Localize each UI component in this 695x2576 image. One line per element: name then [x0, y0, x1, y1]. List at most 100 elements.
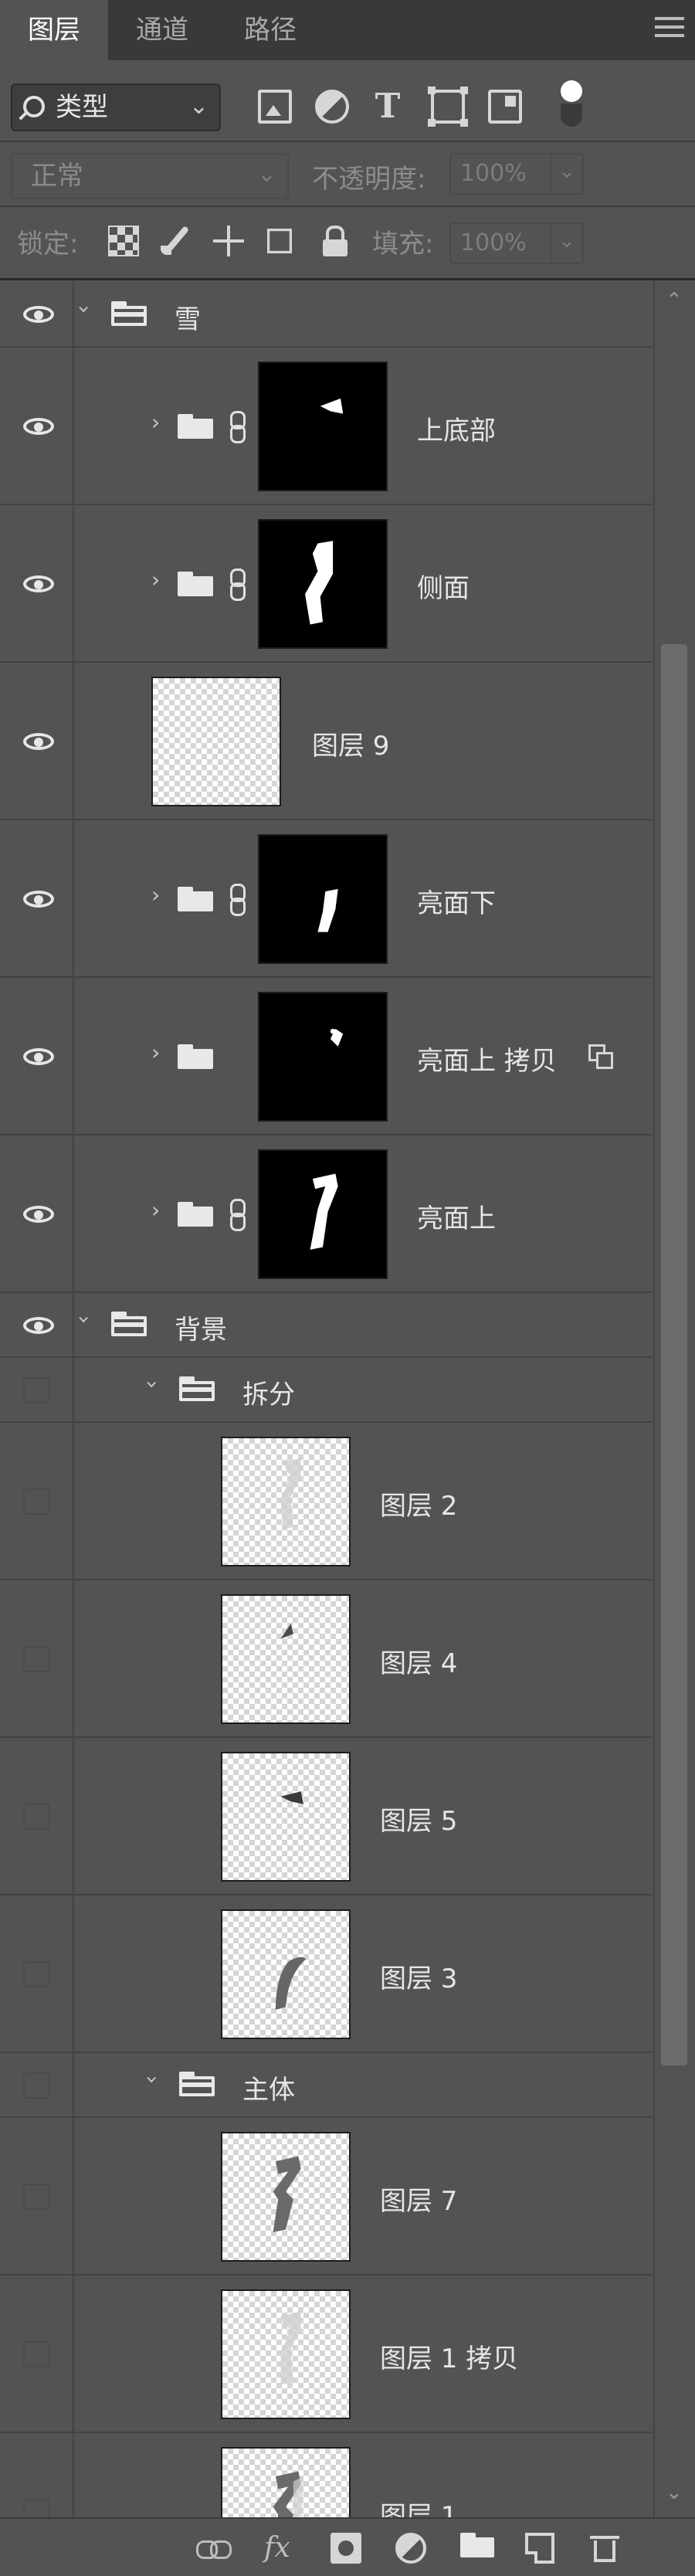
visibility-toggle[interactable]	[0, 1738, 74, 1894]
image-filter-icon[interactable]	[258, 90, 292, 124]
visibility-off-box[interactable]	[23, 2499, 49, 2517]
layer-row-group[interactable]: › 拆分	[0, 1358, 652, 1423]
visibility-toggle[interactable]	[0, 348, 74, 504]
layer-row-group[interactable]: › 亮面下	[0, 820, 652, 978]
visibility-toggle[interactable]	[0, 2053, 74, 2116]
visibility-off-box[interactable]	[23, 1488, 49, 1515]
lock-image-pixels-icon[interactable]	[161, 226, 192, 256]
visibility-off-box[interactable]	[23, 1804, 49, 1830]
lock-position-icon[interactable]	[213, 226, 244, 256]
layer-name[interactable]: 图层 4	[380, 1642, 457, 1680]
eye-icon[interactable]	[23, 1206, 54, 1223]
visibility-toggle[interactable]	[0, 281, 74, 346]
opacity-field[interactable]: 100% ⌄	[449, 153, 584, 195]
visibility-off-box[interactable]	[23, 2184, 49, 2210]
chevron-down-icon[interactable]: ›	[72, 305, 97, 314]
link-chain-icon[interactable]	[229, 884, 246, 916]
link-chain-icon[interactable]	[229, 568, 246, 601]
lock-transparent-pixels-icon[interactable]	[108, 226, 139, 256]
visibility-toggle[interactable]	[0, 1358, 74, 1421]
tab-layers[interactable]: 图层	[0, 0, 108, 60]
chevron-right-icon[interactable]: ›	[151, 1197, 160, 1223]
visibility-toggle[interactable]	[0, 2276, 74, 2432]
link-chain-icon[interactable]	[229, 1199, 246, 1231]
chevron-down-icon[interactable]: ⌄	[550, 154, 582, 193]
layer-row[interactable]: 图层 2	[0, 1423, 652, 1580]
visibility-off-box[interactable]	[23, 1646, 49, 1672]
layer-name[interactable]: 亮面上 拷贝	[417, 1040, 557, 1078]
eye-icon[interactable]	[23, 733, 54, 750]
layer-mask-thumbnail[interactable]	[258, 992, 388, 1122]
layer-thumbnail[interactable]	[151, 677, 281, 806]
layers-scrollbar[interactable]: ⌃ ⌄	[653, 281, 695, 2517]
lock-artboard-icon[interactable]	[267, 229, 292, 253]
layer-row[interactable]: 图层 1 拷贝	[0, 2276, 652, 2433]
layer-row-group[interactable]: › 主体	[0, 2053, 652, 2118]
scroll-up-icon[interactable]: ⌃	[666, 289, 683, 312]
layer-row[interactable]: 图层 9	[0, 663, 652, 820]
chevron-right-icon[interactable]: ›	[151, 882, 160, 908]
layer-thumbnail[interactable]	[221, 2132, 351, 2262]
eye-icon[interactable]	[23, 891, 54, 908]
visibility-toggle[interactable]	[0, 820, 74, 976]
eye-icon[interactable]	[23, 418, 54, 435]
fill-field[interactable]: 100% ⌄	[449, 222, 584, 264]
layer-row-group[interactable]: › 亮面上 拷贝	[0, 978, 652, 1135]
layer-row-group[interactable]: › 侧面	[0, 505, 652, 663]
smart-object-filter-icon[interactable]	[488, 90, 522, 124]
visibility-toggle[interactable]	[0, 1580, 74, 1736]
layer-name[interactable]: 拆分	[242, 1373, 295, 1411]
layer-row[interactable]: 图层 5	[0, 1738, 652, 1896]
layer-thumbnail[interactable]	[221, 1752, 351, 1882]
blend-mode-dropdown[interactable]: 正常 ⌄	[11, 153, 289, 199]
layer-thumbnail[interactable]	[221, 1437, 351, 1566]
chevron-right-icon[interactable]: ›	[151, 567, 160, 592]
visibility-toggle[interactable]	[0, 1423, 74, 1579]
layer-name[interactable]: 侧面	[417, 567, 470, 605]
layer-name[interactable]: 亮面上	[417, 1197, 496, 1235]
visibility-toggle[interactable]	[0, 978, 74, 1134]
layer-name[interactable]: 背景	[175, 1308, 227, 1346]
link-layers-icon[interactable]	[196, 2533, 232, 2564]
layer-name[interactable]: 图层 1 拷贝	[380, 2337, 518, 2375]
visibility-off-box[interactable]	[23, 2341, 49, 2367]
eye-icon[interactable]	[23, 575, 54, 592]
layer-row-group[interactable]: › 上底部	[0, 348, 652, 505]
layer-row[interactable]: 图层 1	[0, 2433, 652, 2517]
visibility-toggle[interactable]	[0, 505, 74, 661]
scroll-down-icon[interactable]: ⌄	[666, 2481, 683, 2504]
chevron-right-icon[interactable]: ›	[151, 1040, 160, 1065]
tab-paths[interactable]: 路径	[216, 0, 324, 60]
trash-icon[interactable]	[590, 2533, 619, 2564]
layer-row-group[interactable]: › 背景	[0, 1293, 652, 1358]
chevron-down-icon[interactable]: ›	[72, 1315, 97, 1324]
layer-name[interactable]: 图层 2	[380, 1485, 457, 1522]
scrollbar-thumb[interactable]	[661, 644, 687, 2065]
chevron-right-icon[interactable]: ›	[151, 409, 160, 435]
visibility-off-box[interactable]	[23, 2072, 49, 2099]
filter-toggle-switch[interactable]	[561, 80, 582, 127]
new-layer-icon[interactable]	[525, 2533, 554, 2564]
layer-row[interactable]: 图层 7	[0, 2118, 652, 2276]
panel-menu-icon[interactable]	[655, 17, 684, 43]
visibility-toggle[interactable]	[0, 1293, 74, 1356]
shape-filter-icon[interactable]	[428, 87, 468, 127]
layer-name[interactable]: 雪	[175, 298, 201, 336]
new-group-icon[interactable]	[460, 2533, 494, 2564]
visibility-toggle[interactable]	[0, 2433, 74, 2517]
visibility-off-box[interactable]	[23, 1961, 49, 1987]
eye-icon[interactable]	[23, 1048, 54, 1065]
type-filter-icon[interactable]: T	[371, 90, 405, 124]
chevron-down-icon[interactable]: ›	[140, 2075, 165, 2084]
chevron-down-icon[interactable]: ⌄	[550, 224, 582, 263]
adjustment-layer-icon[interactable]	[395, 2533, 426, 2564]
visibility-toggle[interactable]	[0, 1135, 74, 1291]
layer-name[interactable]: 图层 1	[380, 2495, 457, 2517]
layer-row-group[interactable]: › 亮面上	[0, 1135, 652, 1293]
layer-name[interactable]: 图层 5	[380, 1800, 457, 1838]
eye-icon[interactable]	[23, 1317, 54, 1334]
layer-thumbnail[interactable]	[221, 2289, 351, 2419]
layer-name[interactable]: 主体	[242, 2069, 295, 2106]
add-mask-icon[interactable]	[331, 2533, 361, 2564]
layer-name[interactable]: 图层 3	[380, 1957, 457, 1995]
